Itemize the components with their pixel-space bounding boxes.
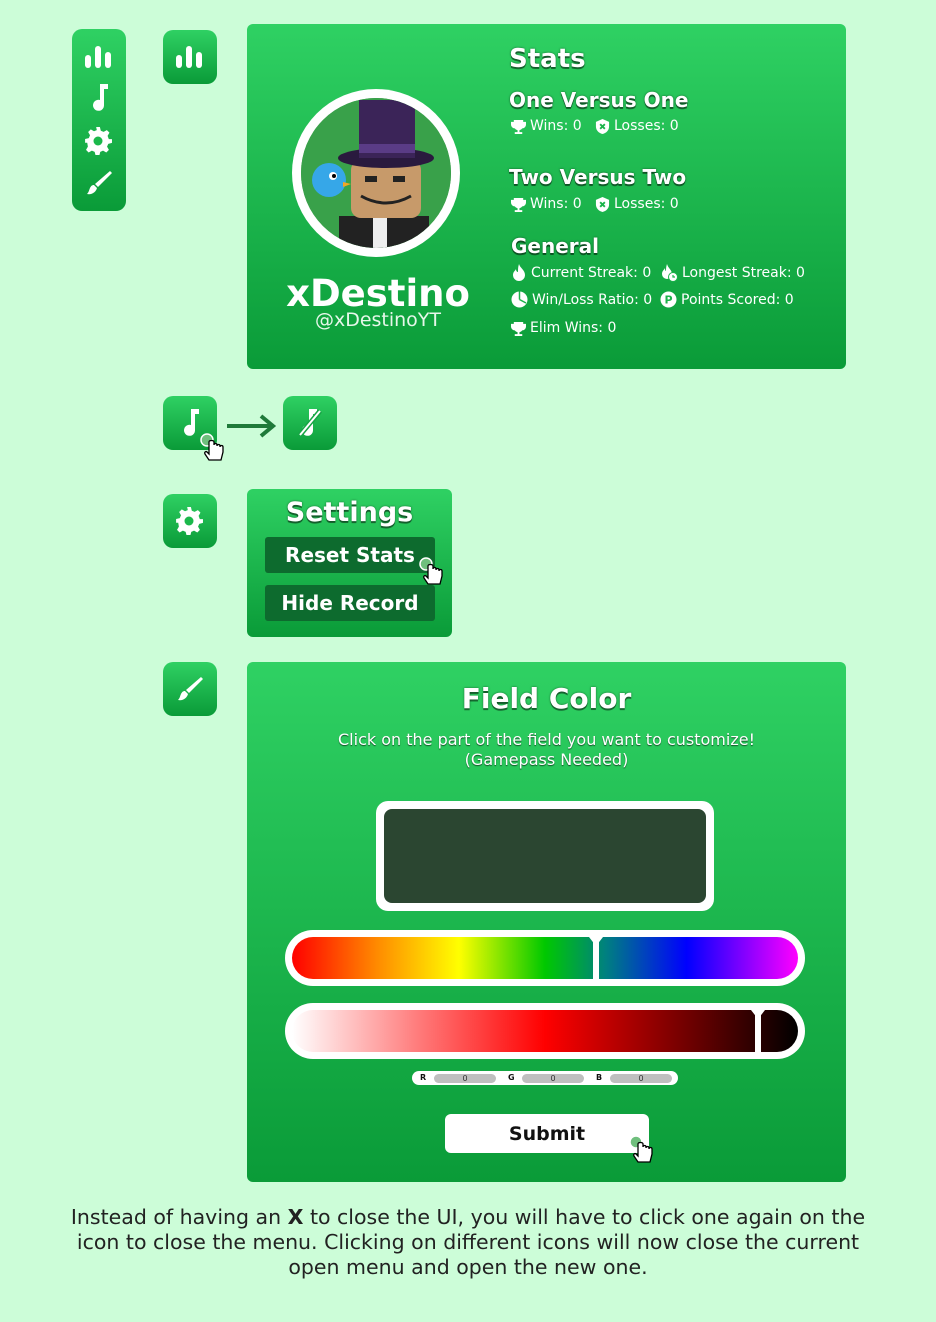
brush-icon[interactable]: [83, 167, 115, 199]
b-input[interactable]: 0: [610, 1074, 672, 1083]
points-coin-icon: P: [660, 291, 677, 308]
pie-chart-icon: [511, 291, 528, 308]
instruction-text: Click on the part of the field you want …: [338, 730, 755, 749]
current-streak: Current Streak: 0: [511, 264, 651, 281]
flame-icon: [513, 264, 525, 281]
caption-x: X: [287, 1205, 304, 1229]
two-v-two-title: Two Versus Two: [509, 165, 687, 189]
stats-icon[interactable]: [83, 41, 115, 73]
field-preview[interactable]: [376, 801, 714, 911]
two-v-two-losses: Losses: 0: [595, 196, 679, 212]
avatar-image: [301, 98, 451, 248]
field-color-panel: Field Color Click on the part of the fie…: [247, 662, 846, 1182]
caption: Instead of having an X to close the UI, …: [70, 1205, 866, 1279]
shade-slider[interactable]: [285, 1003, 805, 1059]
avatar: [292, 89, 460, 257]
one-v-one-wins: Wins: 0: [511, 118, 582, 134]
brush-icon: [178, 677, 203, 701]
flame-clock-icon: [662, 264, 678, 282]
hand-cursor-icon: [199, 432, 227, 462]
gamepass-note: (Gamepass Needed): [464, 750, 629, 769]
points-scored: P Points Scored: 0: [660, 291, 794, 308]
stats-icon: [176, 46, 202, 68]
one-v-one-title: One Versus One: [509, 88, 689, 112]
stats-button[interactable]: [163, 30, 217, 84]
gear-icon[interactable]: [83, 125, 115, 157]
stats-title: Stats: [509, 44, 586, 74]
r-input[interactable]: 0: [434, 1074, 496, 1083]
two-v-two-wins: Wins: 0: [511, 196, 582, 212]
trophy-icon: [511, 119, 526, 134]
shade-slider-handle[interactable]: [750, 1010, 765, 1052]
field-color-title: Field Color: [461, 682, 632, 715]
r-label: R: [420, 1073, 427, 1082]
sidebar: [72, 29, 126, 211]
win-loss-ratio: Win/Loss Ratio: 0: [511, 291, 652, 308]
elim-wins: Elim Wins: 0: [511, 320, 616, 336]
trophy-icon: [511, 321, 526, 336]
settings-button[interactable]: [163, 494, 217, 548]
stats-panel: xDestino @xDestinoYT Stats One Versus On…: [247, 24, 846, 369]
trophy-icon: [511, 197, 526, 212]
svg-text:P: P: [664, 294, 672, 307]
g-input[interactable]: 0: [522, 1074, 584, 1083]
field-color-button[interactable]: [163, 662, 217, 716]
submit-button[interactable]: Submit: [445, 1114, 649, 1153]
music-muted-button[interactable]: [283, 396, 337, 450]
rgb-inputs: R 0 G 0 B 0: [412, 1071, 678, 1085]
hand-cursor-icon: [628, 1134, 656, 1164]
hand-cursor-icon: [418, 556, 446, 586]
field-preview-color: [384, 809, 706, 903]
music-icon: [184, 409, 199, 436]
settings-title: Settings: [285, 497, 414, 528]
shield-x-icon: [595, 118, 610, 134]
hue-slider[interactable]: [285, 930, 805, 986]
b-label: B: [596, 1073, 603, 1082]
longest-streak: Longest Streak: 0: [660, 264, 805, 282]
gear-icon: [176, 507, 203, 535]
music-icon[interactable]: [83, 82, 115, 114]
hide-record-button[interactable]: Hide Record: [265, 585, 435, 621]
username: @xDestinoYT: [314, 309, 442, 331]
music-muted-icon: [298, 409, 322, 437]
shield-x-icon: [595, 196, 610, 212]
arrow-right-icon: [227, 413, 277, 443]
g-label: G: [508, 1073, 515, 1082]
hue-slider-handle[interactable]: [588, 937, 603, 979]
reset-stats-button[interactable]: Reset Stats: [265, 537, 435, 573]
general-title: General: [511, 234, 599, 258]
one-v-one-losses: Losses: 0: [595, 118, 679, 134]
